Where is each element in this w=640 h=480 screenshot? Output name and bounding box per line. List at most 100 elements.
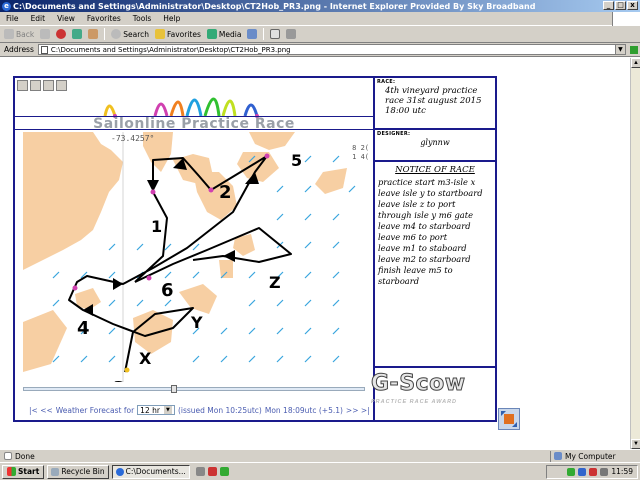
folder-icon[interactable]	[56, 80, 67, 91]
toolbar-separator	[104, 28, 106, 40]
page-icon	[40, 45, 48, 54]
back-arrow-icon	[4, 29, 14, 39]
refresh-button[interactable]	[72, 29, 83, 39]
image-resize-icon[interactable]	[498, 408, 520, 430]
forward-button[interactable]	[40, 29, 51, 39]
forecast-prev-nav[interactable]: |< <<	[29, 406, 53, 415]
mark-label-z: Z	[269, 273, 281, 292]
menu-favorites[interactable]: Favorites	[87, 14, 121, 23]
save-icon[interactable]	[17, 80, 28, 91]
taskbar-item-ie[interactable]: C:\Documents...	[111, 464, 190, 479]
back-button[interactable]: Back	[4, 29, 34, 39]
vertical-scrollbar[interactable]: ▲ ▼	[630, 58, 640, 449]
notice-line: leave m4 to starboard	[378, 221, 471, 231]
mail-icon	[270, 29, 281, 39]
home-icon	[88, 29, 99, 39]
browser-toolbar: Back Search Favorites Media	[0, 26, 640, 43]
mark-label-3: 3	[113, 378, 126, 382]
recycle-bin-icon	[51, 467, 60, 476]
print-button[interactable]	[286, 29, 297, 39]
tray-icon[interactable]	[578, 467, 587, 476]
longitude-readout: -73.4257°	[111, 134, 155, 143]
go-button[interactable]	[629, 45, 638, 54]
print-icon	[286, 29, 297, 39]
designer-label: DESIGNER:	[377, 131, 411, 137]
mail-icon[interactable]	[43, 80, 54, 91]
quick-launch-icon[interactable]	[207, 467, 217, 476]
notice-line: leave m6 to port	[378, 232, 448, 242]
race-label: RACE:	[377, 79, 396, 85]
time-readout: 8 2( 1 4(	[352, 144, 369, 161]
page-done-icon	[4, 452, 12, 460]
home-button[interactable]	[88, 29, 99, 39]
notice-line: through isle y m6 gate	[378, 210, 473, 220]
forward-arrow-icon	[40, 29, 51, 39]
forecast-timeline[interactable]	[23, 385, 365, 393]
windows-logo	[612, 12, 640, 26]
race-map[interactable]: 5 2 1 6 Z 4 Y X 3	[23, 132, 365, 382]
tray-icon[interactable]	[567, 467, 576, 476]
race-section: RACE: 4th vineyard practice race 31st au…	[375, 78, 495, 130]
media-button[interactable]: Media	[206, 29, 241, 39]
sails-graphic	[103, 97, 259, 118]
mail-button[interactable]	[270, 29, 281, 39]
history-button[interactable]	[247, 29, 258, 39]
search-icon	[111, 29, 122, 39]
tray-icon[interactable]	[589, 467, 598, 476]
windows-flag-icon	[7, 467, 16, 476]
notice-title: NOTICE OF RACE	[395, 165, 475, 175]
map-panel: Sailonline Practice Race 5 2 1 6 Z 4 Y X…	[15, 78, 375, 420]
forecast-hours-select[interactable]: 12 hr ▼	[137, 405, 175, 415]
notice-line: leave m1 to staboard	[378, 243, 467, 253]
close-button[interactable]: x	[627, 1, 638, 10]
designer-name: glynnw	[420, 138, 450, 147]
mark-label-1: 1	[151, 217, 162, 236]
address-input[interactable]: C:\Documents and Settings\Administrator\…	[37, 44, 626, 55]
timeline-slider-thumb[interactable]	[171, 385, 177, 393]
menu-view[interactable]: View	[57, 14, 75, 23]
print-icon[interactable]	[30, 80, 41, 91]
forecast-issued: (issued Mon 10:25utc)	[177, 405, 262, 415]
quick-launch-icon[interactable]	[195, 467, 205, 476]
taskbar: Start Recycle Bin C:\Documents... 11:59	[0, 462, 640, 480]
menu-help[interactable]: Help	[163, 14, 180, 23]
menu-edit[interactable]: Edit	[31, 14, 46, 23]
search-button[interactable]: Search	[111, 29, 149, 39]
start-button[interactable]: Start	[2, 464, 45, 479]
image-toolbar	[17, 80, 67, 91]
quick-launch-icon[interactable]	[219, 467, 229, 476]
logo-text: G-Scow	[371, 371, 466, 397]
forecast-label: Weather Forecast for	[55, 405, 135, 415]
scroll-down-arrow[interactable]: ▼	[631, 439, 640, 449]
refresh-icon	[72, 29, 83, 39]
stop-button[interactable]	[56, 29, 67, 39]
maximize-button[interactable]: □	[615, 1, 626, 10]
notice-line: leave m2 to starboard	[378, 254, 471, 264]
forecast-valid: Mon 18:09utc (+5.1)	[264, 405, 343, 415]
star-icon	[155, 29, 165, 39]
stop-icon	[56, 29, 67, 39]
address-dropdown[interactable]: ▼	[614, 45, 625, 54]
menu-tools[interactable]: Tools	[133, 14, 151, 23]
system-tray: 11:59	[546, 464, 638, 479]
notice-section: NOTICE OF RACE practice start m3-isle x …	[375, 162, 495, 368]
media-icon	[206, 29, 217, 39]
address-bar: Address C:\Documents and Settings\Admini…	[0, 43, 640, 57]
zone-text: My Computer	[565, 451, 616, 461]
scroll-up-arrow[interactable]: ▲	[631, 58, 640, 68]
favorites-button[interactable]: Favorites	[155, 29, 201, 39]
menu-file[interactable]: File	[6, 14, 19, 23]
volume-icon[interactable]	[600, 467, 609, 476]
taskbar-item-recycle-bin[interactable]: Recycle Bin	[47, 464, 109, 479]
address-label: Address	[4, 45, 34, 54]
race-description: 4th vineyard practice race 31st august 2…	[385, 86, 482, 116]
minimize-button[interactable]: _	[603, 1, 614, 10]
notice-line: leave isle z to port	[378, 199, 456, 209]
forecast-controls: |< << Weather Forecast for 12 hr ▼ (issu…	[29, 404, 370, 416]
mark-label-5: 5	[291, 151, 302, 170]
mark-label-4: 4	[77, 318, 90, 339]
logo-subtitle: PRACTICE RACE AWARD	[371, 399, 458, 405]
mark-label-2: 2	[219, 182, 232, 203]
my-computer-icon	[554, 452, 562, 460]
security-zone: My Computer	[550, 450, 616, 462]
